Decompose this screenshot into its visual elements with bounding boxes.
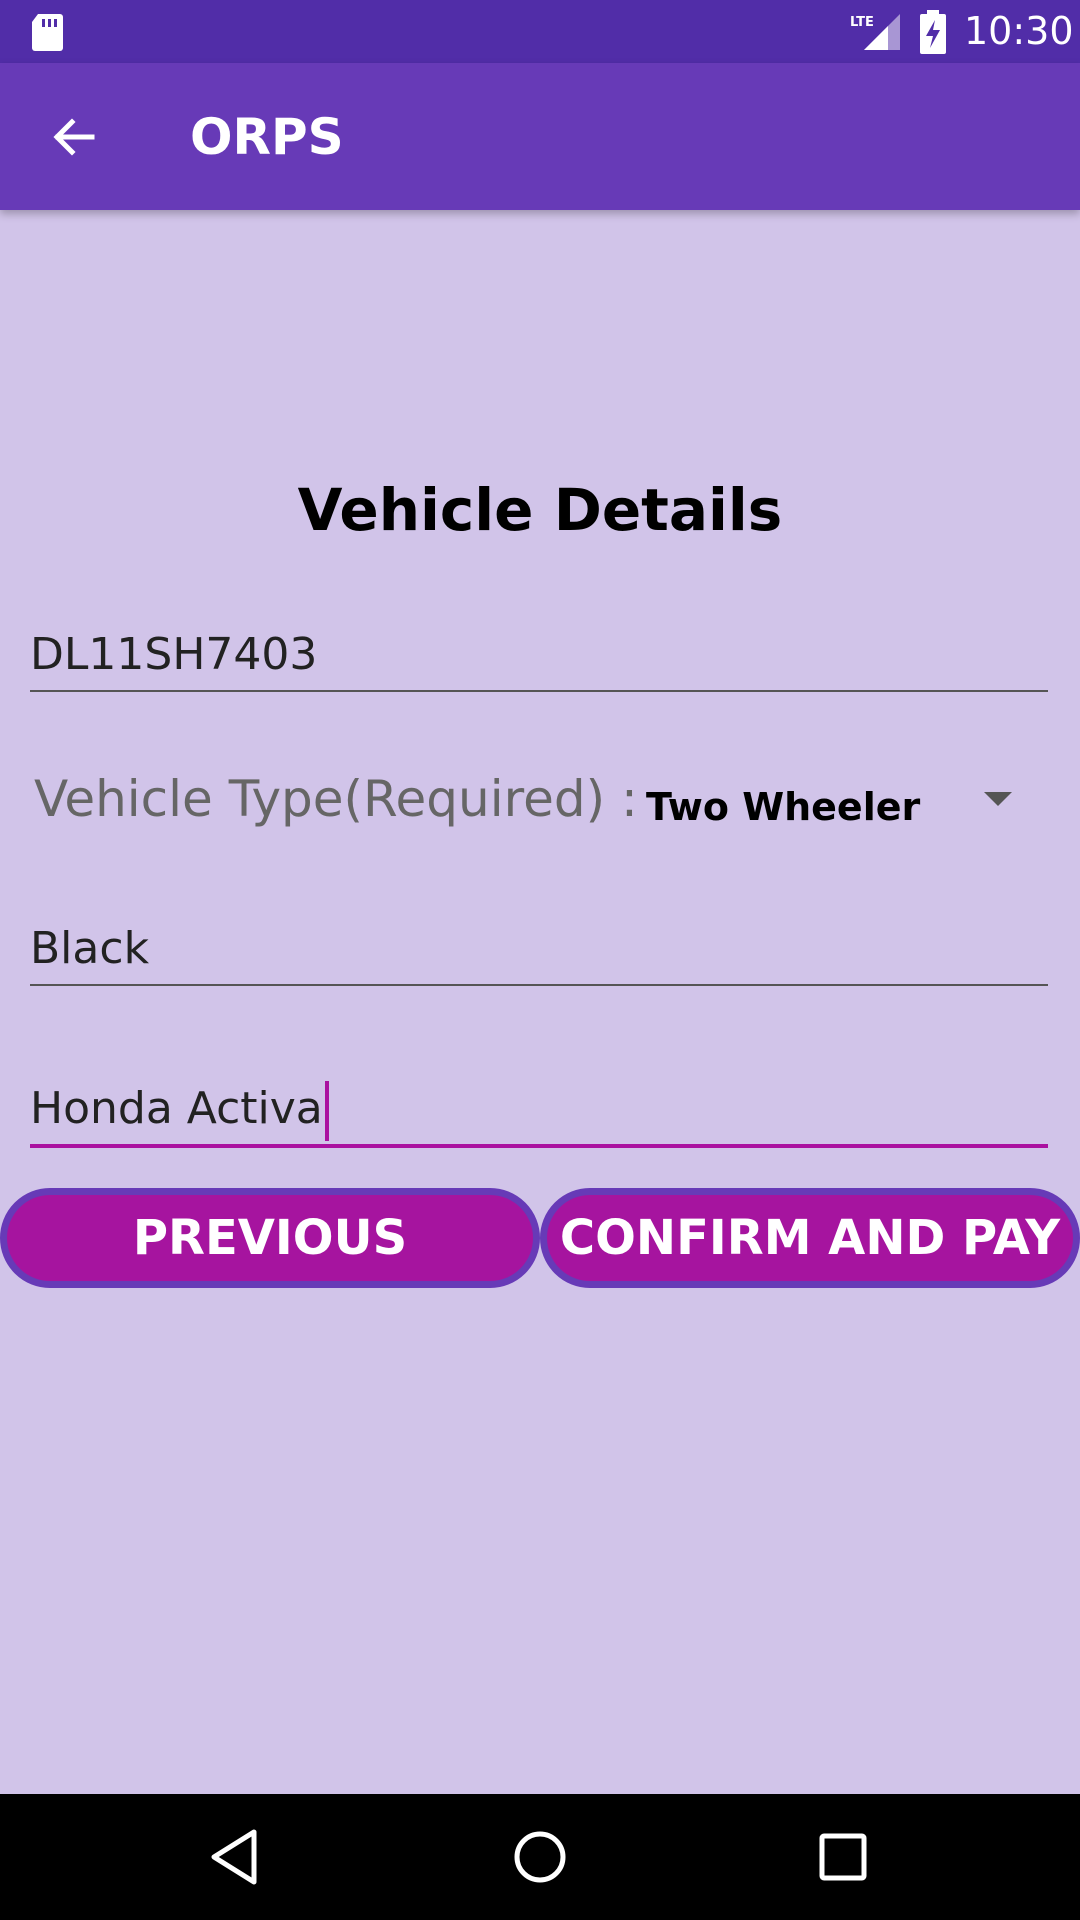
battery-charging-icon [920,10,946,54]
status-clock: 10:30 [964,9,1074,53]
nav-home-icon[interactable] [505,1822,575,1892]
sd-card-icon [32,14,63,51]
status-bar: LTE 10:30 [0,0,1080,63]
nav-back-icon[interactable] [200,1822,270,1892]
navigation-bar [0,1794,1080,1920]
back-button[interactable] [30,93,118,181]
vehicle-type-label: Vehicle Type(Required) : [34,770,638,828]
dropdown-arrow-icon [984,792,1012,806]
nav-recents-icon[interactable] [808,1822,878,1892]
lte-label: LTE [850,15,874,30]
app-bar: ORPS [0,63,1080,210]
vehicle-color-field[interactable]: Black [30,914,1048,986]
back-arrow-icon [53,118,95,156]
confirm-and-pay-button[interactable]: CONFIRM AND PAY [540,1188,1080,1288]
vehicle-number-field[interactable]: DL11SH7403 [30,620,1048,692]
app-title: ORPS [190,108,344,166]
text-cursor [324,1081,329,1141]
vehicle-type-dropdown[interactable]: Two Wheeler [640,764,1030,834]
lte-signal-icon: LTE [850,14,900,50]
vehicle-model-text: Honda Activa [30,1083,323,1134]
vehicle-type-value: Two Wheeler [646,785,921,826]
previous-button[interactable]: PREVIOUS [0,1188,540,1288]
page-heading: Vehicle Details [297,476,783,544]
vehicle-model-field[interactable]: Honda Activa [30,1074,1048,1148]
